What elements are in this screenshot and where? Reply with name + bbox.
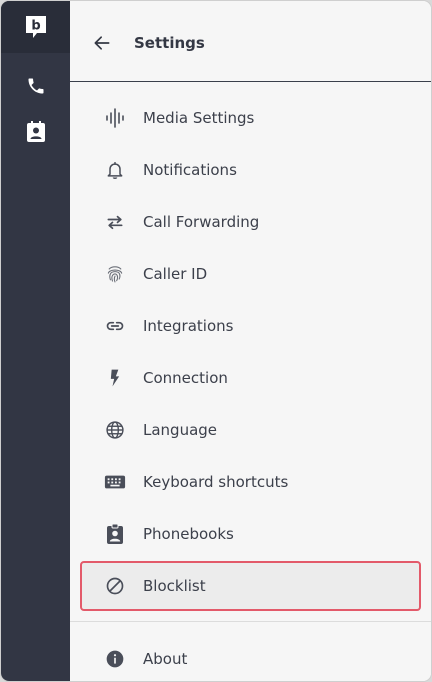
menu-item-language[interactable]: Language (80, 404, 421, 456)
menu-item-notifications[interactable]: Notifications (80, 144, 421, 196)
settings-menu: Media Settings Notifications Call Forwar… (70, 92, 431, 612)
menu-item-label: Phonebooks (143, 525, 234, 543)
logo-icon: b (25, 16, 46, 38)
settings-panel: Settings Media Settings Notifications Ca… (70, 1, 431, 681)
menu-item-label: Connection (143, 369, 228, 387)
menu-item-label: Keyboard shortcuts (143, 473, 289, 491)
menu-item-blocklist[interactable]: Blocklist (80, 561, 421, 611)
back-button[interactable] (90, 31, 114, 55)
menu-item-label: Call Forwarding (143, 213, 260, 231)
menu-item-integrations[interactable]: Integrations (80, 300, 421, 352)
menu-item-phonebooks[interactable]: Phonebooks (80, 508, 421, 560)
info-icon (103, 647, 127, 671)
globe-icon (103, 418, 127, 442)
contacts-icon (26, 121, 45, 142)
app-logo[interactable]: b (1, 1, 70, 53)
menu-item-label: Notifications (143, 161, 237, 179)
menu-item-label: Caller ID (143, 265, 208, 283)
menu-item-media-settings[interactable]: Media Settings (80, 92, 421, 144)
menu-item-caller-id[interactable]: Caller ID (80, 248, 421, 300)
rail-contacts-button[interactable] (1, 114, 70, 150)
link-icon (103, 314, 127, 338)
contact-book-icon (103, 522, 127, 546)
menu-item-about[interactable]: About (80, 633, 421, 681)
swap-arrows-icon (103, 210, 127, 234)
arrow-left-icon (94, 36, 110, 50)
block-icon (103, 574, 127, 598)
footer: About (70, 633, 431, 681)
menu-item-call-forwarding[interactable]: Call Forwarding (80, 196, 421, 248)
menu-item-label: Integrations (143, 317, 234, 335)
rail-calls-button[interactable] (1, 68, 70, 104)
bell-icon (103, 158, 127, 182)
app-window: b Settings Media Settings Notifications … (1, 1, 431, 681)
menu-item-label: About (143, 650, 188, 668)
fingerprint-icon (103, 262, 127, 286)
footer-divider (70, 621, 431, 622)
logo-letter: b (31, 19, 40, 34)
lightning-bolt-icon (103, 366, 127, 390)
menu-item-label: Media Settings (143, 109, 255, 127)
nav-rail: b (1, 1, 70, 681)
audio-waveform-icon (103, 106, 127, 130)
menu-item-connection[interactable]: Connection (80, 352, 421, 404)
menu-item-label: Blocklist (143, 577, 206, 595)
phone-icon (28, 78, 43, 94)
settings-header: Settings (70, 1, 431, 82)
page-title: Settings (134, 34, 205, 52)
menu-item-keyboard-shortcuts[interactable]: Keyboard shortcuts (80, 456, 421, 508)
keyboard-icon (103, 470, 127, 494)
menu-item-label: Language (143, 421, 218, 439)
